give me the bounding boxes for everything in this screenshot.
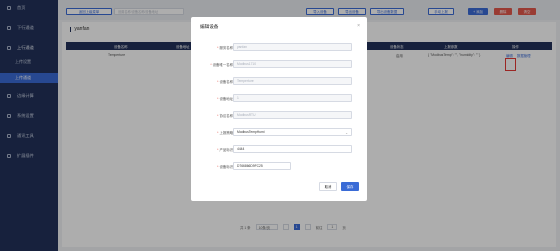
field-label: *产品标识: [217, 148, 233, 152]
form-row-protocol: *协议名称 ModbusRTU: [191, 111, 367, 120]
form-row-product-key: *产品标识 4444: [191, 145, 367, 154]
product-key-input[interactable]: 4444: [233, 145, 352, 153]
form-row-device-name: *设备名称 Temperture: [191, 77, 367, 86]
unique-name-field: Modbus1710: [233, 60, 352, 68]
edit-device-dialog: 编辑设备 × *服务名称 yanfan *设备唯一名称 Modbus1710 *…: [191, 17, 367, 201]
form-row-report-strategy: *上报策略 ModbusTempHumi ⌄: [191, 128, 367, 137]
report-strategy-select[interactable]: ModbusTempHumi ⌄: [233, 128, 352, 136]
chevron-down-icon: ⌄: [345, 130, 348, 135]
service-name-field: yanfan: [233, 43, 352, 51]
cancel-button[interactable]: 取消: [319, 182, 337, 191]
save-button[interactable]: 保存: [341, 182, 359, 191]
form-row-device-key: *设备标识 D766866D9FC25: [191, 162, 367, 171]
field-label: *设备唯一名称: [210, 63, 233, 67]
field-label: *设备名称: [217, 80, 233, 84]
form-row-service-name: *服务名称 yanfan: [191, 43, 367, 52]
field-label: *设备地址: [217, 97, 233, 101]
device-key-input[interactable]: D766866D9FC25: [233, 162, 291, 170]
device-name-field: Temperture: [233, 77, 352, 85]
device-address-field: 1: [233, 94, 352, 102]
save-button-label: 保存: [346, 185, 354, 189]
close-icon[interactable]: ×: [357, 23, 360, 29]
field-label: *服务名称: [217, 46, 233, 50]
dialog-title: 编辑设备: [200, 24, 219, 29]
protocol-field: ModbusRTU: [233, 111, 352, 119]
field-label: *上报策略: [217, 131, 233, 135]
field-label: *设备标识: [217, 165, 233, 169]
form-row-unique-name: *设备唯一名称 Modbus1710: [191, 60, 367, 69]
cancel-button-label: 取消: [324, 185, 332, 189]
form-row-device-address: *设备地址 1: [191, 94, 367, 103]
field-label: *协议名称: [217, 114, 233, 118]
